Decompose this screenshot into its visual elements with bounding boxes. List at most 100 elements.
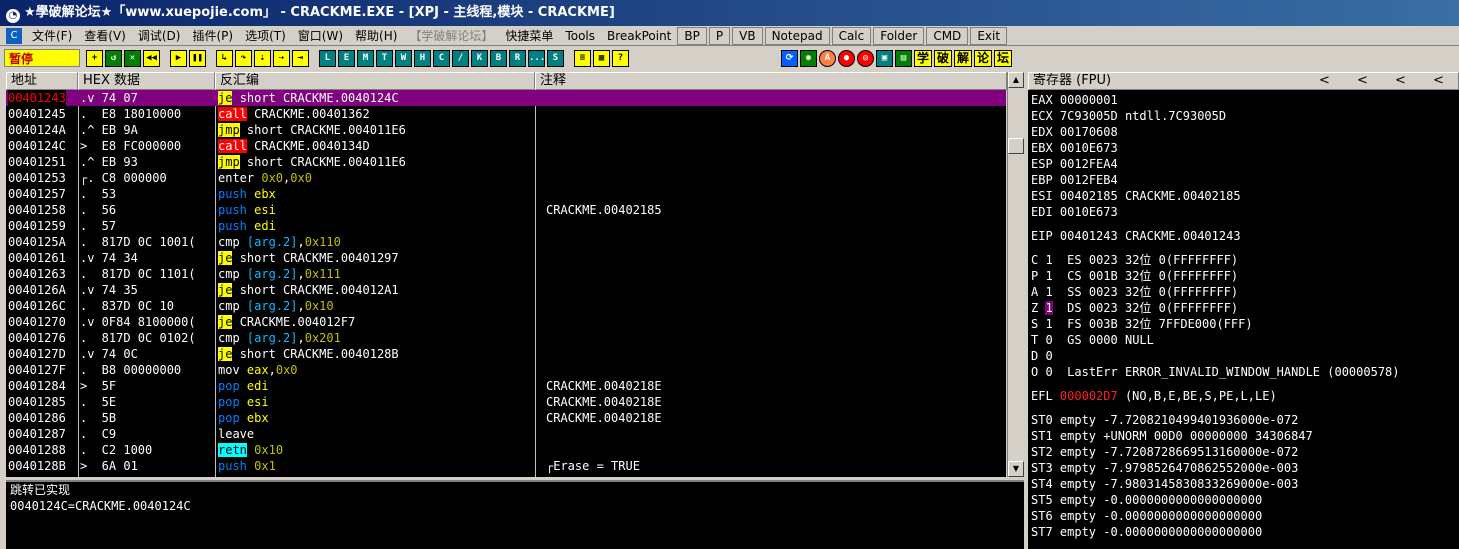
step-into-icon[interactable]: ↳ — [216, 49, 233, 67]
forum-button[interactable]: 坛 — [994, 49, 1012, 67]
disasm-row[interactable]: 00401288 . C2 1000 retn 0x10 — [6, 442, 1006, 458]
menu-button[interactable]: VB — [732, 26, 763, 45]
menu-app-icon[interactable]: C — [6, 27, 22, 44]
menu-item[interactable]: 查看(V) — [78, 27, 132, 45]
open-icon[interactable]: + — [86, 49, 103, 67]
menu-item[interactable]: BreakPoint — [601, 27, 677, 45]
disasm-row[interactable]: 00401286 . 5B pop ebx CRACKME.0040218E — [6, 410, 1006, 426]
calc-icon[interactable]: ▣ — [876, 49, 893, 67]
run-icon[interactable]: ▶ — [170, 49, 187, 67]
disasm-row[interactable]: 00401245 . E8 18010000 call CRACKME.004013… — [6, 106, 1006, 122]
list-icon[interactable]: ≡ — [574, 49, 591, 67]
register-row[interactable]: EDX 00170608 — [1031, 124, 1118, 140]
register-row[interactable]: EBP 0012FEB4 — [1031, 172, 1118, 188]
register-row[interactable]: ESI 00402185 CRACKME.00402185 — [1031, 188, 1241, 204]
fpu-row[interactable]: ST1 empty +UNORM 00D0 00000000 34306847 — [1031, 428, 1313, 444]
disasm-row[interactable]: 00401270 .v 0F84 8100000(je CRACKME.00401… — [6, 314, 1006, 330]
fpu-row[interactable]: ST3 empty -7.9798526470862552000e-003 — [1031, 460, 1298, 476]
help-icon[interactable]: ? — [612, 49, 629, 67]
column-header-address[interactable]: 地址 — [6, 72, 78, 90]
menu-button[interactable]: Exit — [970, 26, 1008, 45]
disasm-row[interactable]: 00401251 .^ EB 93 jmp short CRACKME.004011… — [6, 154, 1006, 170]
register-row[interactable]: EAX 00000001 — [1031, 92, 1118, 108]
registers-header[interactable]: 寄存器 (FPU) < < < < — [1028, 72, 1459, 90]
menu-button[interactable]: BP — [677, 26, 707, 45]
fpu-row[interactable]: ST7 empty -0.0000000000000000000 — [1031, 524, 1262, 540]
register-row[interactable]: EBX 0010E673 — [1031, 140, 1118, 156]
menu-item[interactable]: 快捷菜单 — [499, 27, 559, 45]
font-icon[interactable]: A — [819, 49, 836, 67]
menu-item[interactable]: 【学破解论坛】 — [403, 27, 499, 45]
menu-button[interactable]: Notepad — [764, 26, 830, 45]
menu-item[interactable]: Tools — [559, 27, 601, 45]
flag-row[interactable]: P 1 CS 001B 32位 0(FFFFFFFF) — [1031, 268, 1238, 284]
forum-button[interactable]: 学 — [914, 49, 932, 67]
plugin-icon[interactable]: ◉ — [800, 49, 817, 67]
refresh-icon[interactable]: ⟳ — [781, 49, 798, 67]
fpu-row[interactable]: ST0 empty -7.7208210499401936000e-072 — [1031, 412, 1298, 428]
register-row-eip[interactable]: EIP 00401243 CRACKME.00401243 — [1031, 228, 1241, 244]
register-nav-arrow[interactable]: < — [1395, 73, 1433, 89]
menu-button[interactable]: Calc — [831, 26, 872, 45]
app-icon[interactable]: ◔ — [6, 9, 20, 23]
flag-row[interactable]: C 1 ES 0023 32位 0(FFFFFFFF) — [1031, 252, 1238, 268]
window-button[interactable]: T — [376, 50, 393, 67]
register-nav-arrow[interactable]: < — [1357, 73, 1395, 89]
window-button[interactable]: ... — [528, 50, 545, 67]
window-button[interactable]: K — [471, 50, 488, 67]
register-nav-arrow[interactable]: < — [1433, 73, 1458, 89]
scroll-down-icon[interactable]: ▼ — [1008, 461, 1024, 477]
disasm-row[interactable]: 0040127F . B8 00000000 mov eax,0x0 — [6, 362, 1006, 378]
disassembly-scrollbar[interactable]: ▲ ▼ — [1007, 72, 1024, 477]
disasm-row[interactable]: 0040127D .v 74 0C je short CRACKME.0040128… — [6, 346, 1006, 362]
forum-button[interactable]: 论 — [974, 49, 992, 67]
column-header-comment[interactable]: 注释 — [535, 72, 1007, 90]
menu-item[interactable]: 帮助(H) — [349, 27, 403, 45]
flag-row[interactable]: D 0 — [1031, 348, 1067, 364]
disasm-row[interactable]: 00401276 . 817D 0C 0102(cmp [arg.2],0x201 — [6, 330, 1006, 346]
window-button[interactable]: B — [490, 50, 507, 67]
disasm-row[interactable]: 00401261 .v 74 34 je short CRACKME.0040129… — [6, 250, 1006, 266]
execute-till-return-icon[interactable]: ⇥ — [292, 49, 309, 67]
disasm-row[interactable]: 00401259 . 57 push edi — [6, 218, 1006, 234]
menu-button[interactable]: Folder — [873, 26, 925, 45]
register-row-efl[interactable]: EFL 000002D7 (NO,B,E,BE,S,PE,L,LE) — [1031, 388, 1277, 404]
fpu-row[interactable]: ST2 empty -7.7208728669513160000e-072 — [1031, 444, 1298, 460]
disasm-row[interactable]: 0040124C > E8 FC000000 call CRACKME.004013… — [6, 138, 1006, 154]
register-nav-arrow[interactable]: < — [1319, 73, 1357, 89]
column-header-hex[interactable]: HEX 数据 — [78, 72, 215, 90]
menu-item[interactable]: 文件(F) — [26, 27, 78, 45]
fpu-row[interactable]: ST6 empty -0.0000000000000000000 — [1031, 508, 1262, 524]
disasm-row[interactable]: 0040126C . 837D 0C 10 cmp [arg.2],0x10 — [6, 298, 1006, 314]
forum-button[interactable]: 解 — [954, 49, 972, 67]
disasm-row[interactable]: 0040125A . 817D 0C 1001(cmp [arg.2],0x110 — [6, 234, 1006, 250]
flag-row[interactable]: Z 1 DS 0023 32位 0(FFFFFFFF) — [1031, 300, 1238, 316]
forum-button[interactable]: 破 — [934, 49, 952, 67]
disasm-row[interactable]: 00401263 . 817D 0C 1101(cmp [arg.2],0x111 — [6, 266, 1006, 282]
pause-icon[interactable]: ❚❚ — [189, 49, 206, 67]
disassembly-pane[interactable]: 00401243 .v 74 07 je short CRACKME.0040124… — [6, 90, 1006, 477]
window-button[interactable]: C — [433, 50, 450, 67]
disasm-row[interactable]: 00401257 . 53 push ebx — [6, 186, 1006, 202]
menu-button[interactable]: CMD — [926, 26, 969, 45]
notes-icon[interactable]: ▤ — [895, 49, 912, 67]
menu-item[interactable]: 调试(D) — [132, 27, 187, 45]
back-icon[interactable]: ◀◀ — [143, 49, 160, 67]
close-process-icon[interactable]: ✕ — [124, 49, 141, 67]
flag-row[interactable]: O 0 LastErr ERROR_INVALID_WINDOW_HANDLE … — [1031, 364, 1400, 380]
menu-item[interactable]: 窗口(W) — [292, 27, 349, 45]
disasm-row[interactable]: 0040126A .v 74 35 je short CRACKME.004012A… — [6, 282, 1006, 298]
fpu-row[interactable]: ST4 empty -7.9803145830833269000e-003 — [1031, 476, 1298, 492]
window-button[interactable]: R — [509, 50, 526, 67]
record-icon[interactable]: ● — [838, 49, 855, 67]
trace-over-icon[interactable]: ⇢ — [273, 49, 290, 67]
window-button[interactable]: / — [452, 50, 469, 67]
column-header-disasm[interactable]: 反汇编 — [215, 72, 535, 90]
flag-row[interactable]: S 1 FS 003B 32位 7FFDE000(FFF) — [1031, 316, 1253, 332]
trace-into-icon[interactable]: ⇣ — [254, 49, 271, 67]
menu-item[interactable]: 选项(T) — [239, 27, 292, 45]
disasm-row[interactable]: 0040128B > 6A 01 push 0x1 ┌Erase = TRUE — [6, 458, 1006, 474]
step-over-icon[interactable]: ↷ — [235, 49, 252, 67]
target-icon[interactable]: ◎ — [857, 49, 874, 67]
register-row[interactable]: EDI 0010E673 — [1031, 204, 1118, 220]
